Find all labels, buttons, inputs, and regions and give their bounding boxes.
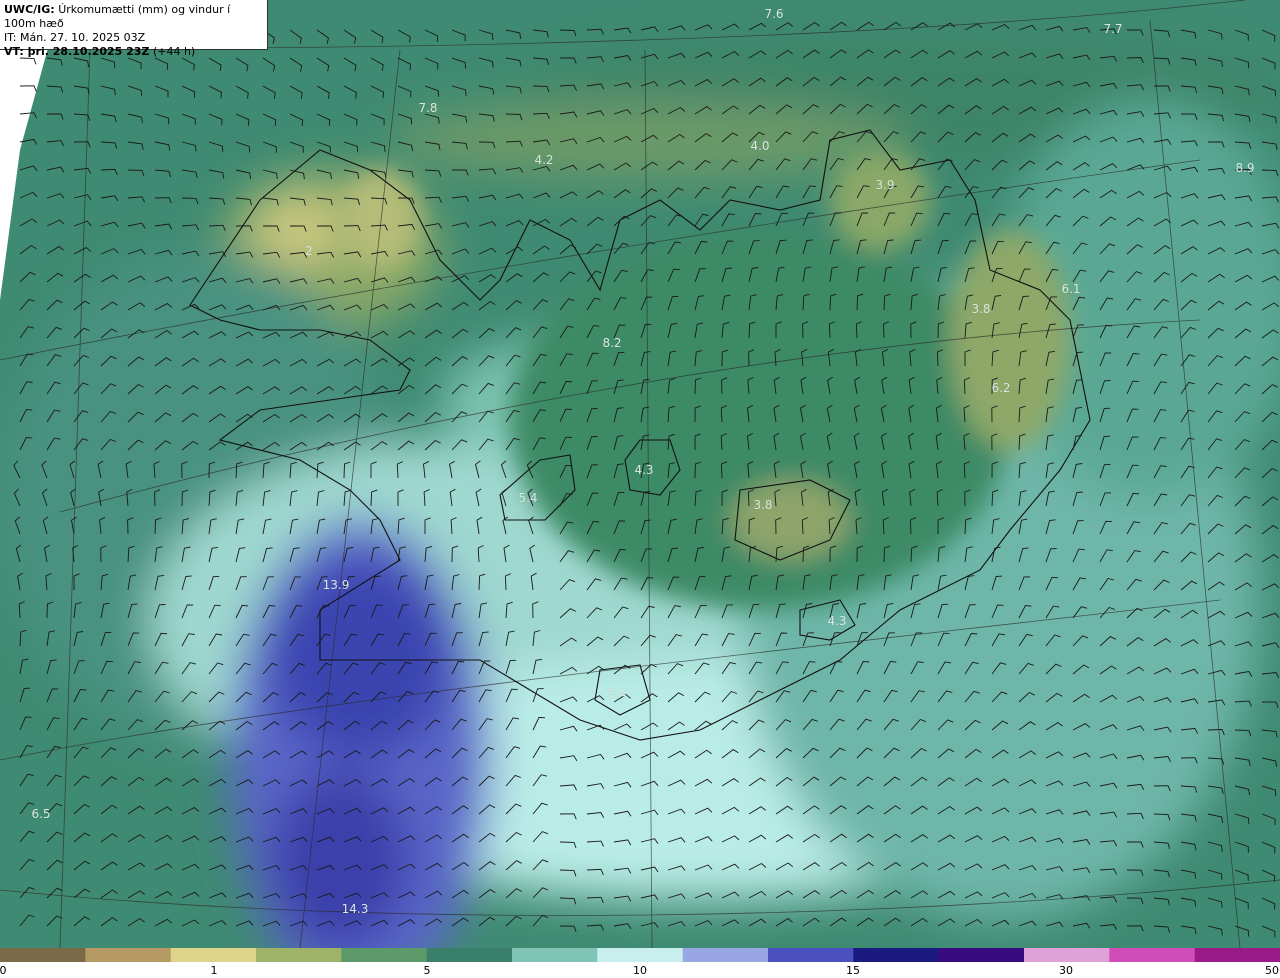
colorbar-segment [938,948,1025,962]
colorbar-tick-label: 15 [846,964,860,977]
colorbar-segment [341,948,428,962]
precip-value-label: 13.9 [322,578,350,592]
precip-value-label: 8.2 [602,336,622,350]
colorbar-segment [0,948,86,962]
colorbar-segment [170,948,257,962]
colorbar-segment [85,948,172,962]
colorbar-segment [682,948,769,962]
colorbar-segment [1024,948,1110,962]
precip-value-label: 4.2 [534,153,554,167]
colorbar-segment [768,948,854,962]
colorbar-segment [1194,948,1280,962]
valid-time: VT: þri. 28.10.2025 23Z [4,45,150,58]
precip-value-label: 7.6 [764,7,784,21]
precip-value-label: 6.2 [991,381,1011,395]
precip-value-label: 7.8 [418,101,438,115]
colorbar-tick-label: 30 [1059,964,1073,977]
colorbar-tick-label: 5 [423,964,431,977]
colorbar-segment [853,948,940,962]
precip-value-label: 4.0 [750,139,770,153]
colorbar-segment [426,948,513,962]
colorbar-segment [1109,948,1196,962]
colorbar-tick-label: 10 [633,964,647,977]
precip-value-label: 7.7 [1103,22,1123,36]
precip-value-label: 6.1 [1061,282,1081,296]
init-time: IT: Mán. 27. 10. 2025 03Z [4,31,146,44]
colorbar-segment [512,948,598,962]
precip-value-label: 3.8 [753,498,773,512]
colorbar-tick-label: 0 [0,964,7,977]
map-header: UWC/IG: Úrkomumætti (mm) og vindur í 100… [0,0,268,58]
precip-value-label: 4.3 [634,463,654,477]
precip-value-label: 6.5 [31,807,51,821]
model-label: UWC/IG: [4,3,55,16]
precip-value-label: 2 [305,244,313,258]
precip-value-label: 14.3 [341,902,369,916]
precip-value-label: 8.9 [1235,161,1255,175]
precip-value-label: 5.4 [518,491,538,505]
precip-value-label: 5.4 [607,687,627,701]
precip-value-label: 3.9 [875,178,895,192]
colorbar-tick-label: 1 [210,964,218,977]
precip-value-label: 4.3 [827,614,847,628]
colorbar-segment [597,948,684,962]
colorbar-segment [256,948,342,962]
valid-offset: (+44 h) [152,45,196,58]
colorbar-tick-label: 50 [1265,964,1279,977]
precip-value-label: 3.8 [971,302,991,316]
